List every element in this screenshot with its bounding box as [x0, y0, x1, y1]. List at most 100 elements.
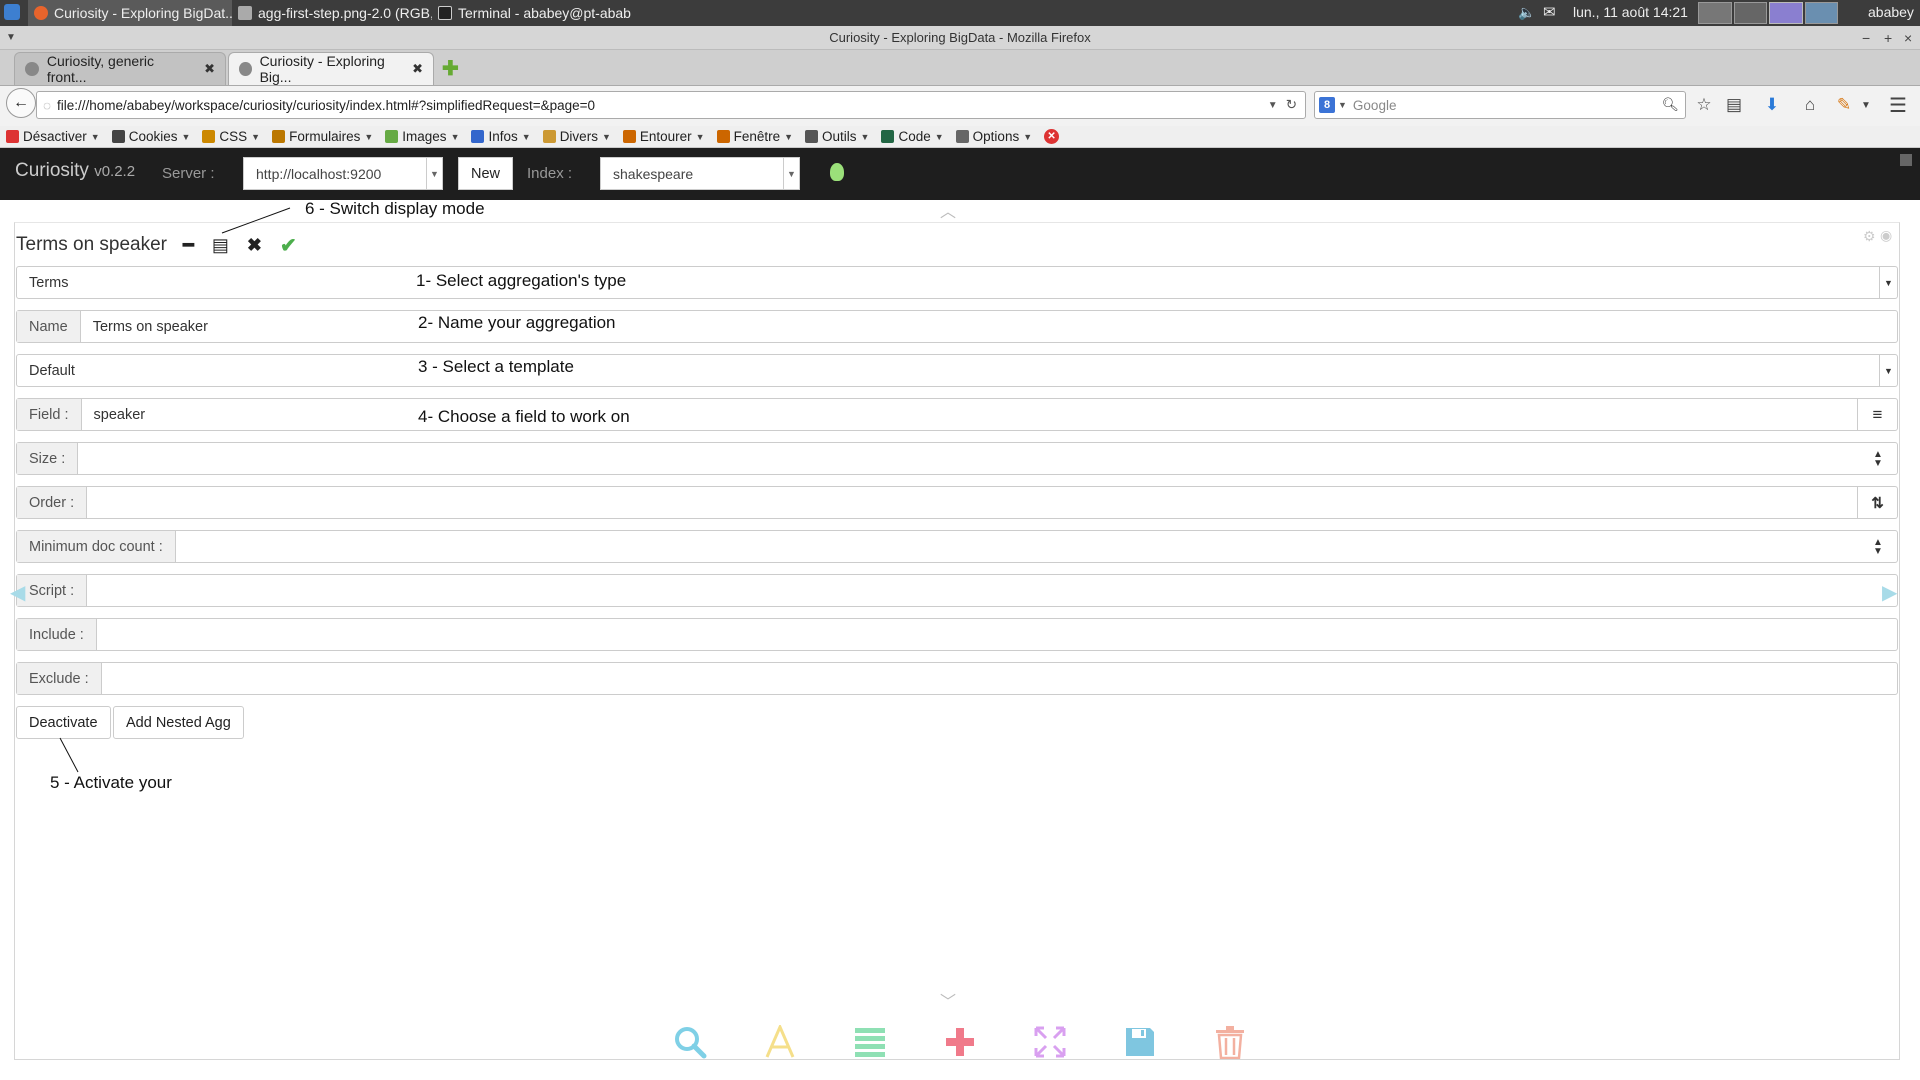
validate-check-icon[interactable]: ✔	[280, 233, 297, 258]
taskbar-item-firefox[interactable]: Curiosity - Exploring BigDat...	[28, 0, 232, 26]
lightbulb-icon[interactable]	[830, 163, 844, 181]
workspace-4[interactable]	[1804, 2, 1838, 24]
devtools-menu-divers[interactable]: Divers ▼	[542, 129, 611, 144]
close-window-icon[interactable]: ×	[1904, 26, 1912, 50]
search-icon[interactable]	[670, 1022, 710, 1062]
field-list-button[interactable]: ≡	[1857, 399, 1897, 430]
addon-dropdown-icon[interactable]: ▼	[1852, 92, 1880, 118]
minimize-icon[interactable]: −	[1862, 26, 1870, 50]
app-brand[interactable]: Curiosity v0.2.2	[15, 160, 135, 182]
spinner-icon[interactable]: ▲ ▼	[1859, 531, 1897, 562]
devtools-menu-cookies[interactable]: Cookies ▼	[111, 129, 190, 144]
close-tab-icon[interactable]: ✖	[204, 61, 215, 77]
search-bar[interactable]: 8 ▼ Google 🔍︎	[1314, 91, 1686, 119]
reload-icon[interactable]: ↻	[1286, 97, 1297, 113]
chevron-down-icon: ▼	[860, 131, 870, 142]
volume-icon[interactable]: 🔈	[1518, 4, 1535, 21]
add-nested-agg-button[interactable]: Add Nested Agg	[113, 706, 244, 739]
devtools-menu-entourer[interactable]: Entourer ▼	[622, 129, 705, 144]
eye-icon[interactable]: ◉	[1880, 227, 1892, 244]
xfce-menu-icon[interactable]	[4, 4, 20, 20]
min-doc-count-input[interactable]	[176, 531, 1859, 562]
next-arrow-icon[interactable]: ▶	[1882, 580, 1897, 605]
url-text[interactable]: file:///home/ababey/workspace/curiosity/…	[57, 98, 595, 113]
devtools-menu-code[interactable]: Code ▼	[881, 129, 944, 144]
devtools-menu-desactiver[interactable]: Désactiver ▼	[6, 129, 100, 144]
clock[interactable]: lun., 11 août 14:21	[1573, 4, 1688, 20]
index-label: Index :	[527, 165, 573, 182]
text-icon[interactable]	[760, 1022, 800, 1062]
collapse-down-icon[interactable]: ﹀	[940, 988, 956, 1012]
display-mode-icon[interactable]: ▤	[212, 235, 229, 256]
order-sort-button[interactable]: ⇅	[1857, 487, 1897, 518]
exclude-input[interactable]	[102, 663, 1897, 694]
spinner-icon[interactable]: ▲ ▼	[1859, 443, 1897, 474]
index-select[interactable]: shakespeare ▼	[600, 157, 800, 190]
workspace-3[interactable]	[1769, 2, 1803, 24]
user-name[interactable]: ababey	[1868, 4, 1914, 20]
images-icon	[385, 130, 399, 143]
save-icon[interactable]	[1120, 1022, 1160, 1062]
mail-icon[interactable]: ✉	[1543, 3, 1556, 21]
list-icon[interactable]	[850, 1022, 890, 1062]
tab-curiosity-exploring[interactable]: Curiosity - Exploring Big... ✖	[228, 52, 434, 85]
collapse-up-icon[interactable]: ︿	[940, 198, 956, 222]
settings-gear-icon[interactable]: ⚙	[1863, 228, 1876, 245]
taskbar-item-terminal[interactable]: Terminal - ababey@pt-abab...	[432, 0, 632, 26]
close-tab-icon[interactable]: ✖	[412, 61, 423, 77]
size-input[interactable]	[78, 443, 1859, 474]
panel-toggle-icon[interactable]	[1900, 154, 1912, 166]
search-icon[interactable]: 🔍︎	[1662, 97, 1679, 113]
google-icon[interactable]: 8	[1319, 97, 1335, 113]
include-input[interactable]	[97, 619, 1897, 650]
workspace-switcher[interactable]	[1698, 2, 1838, 24]
script-input[interactable]	[87, 575, 1897, 606]
devtools-menu-infos[interactable]: Infos ▼	[471, 129, 531, 144]
window-menu-icon[interactable]: ▼	[6, 26, 16, 50]
devtools-menu-css[interactable]: CSS ▼	[202, 129, 260, 144]
expand-icon[interactable]	[1030, 1022, 1070, 1062]
workspace-1[interactable]	[1698, 2, 1732, 24]
terminal-icon	[438, 6, 452, 20]
devtools-menu-label: Divers	[559, 129, 598, 144]
prev-arrow-icon[interactable]: ◀	[10, 580, 25, 605]
trash-icon[interactable]	[1210, 1022, 1250, 1062]
deactivate-button[interactable]: Deactivate	[16, 706, 111, 739]
new-server-button[interactable]: New	[458, 157, 513, 190]
downloads-icon[interactable]: ⬇	[1758, 92, 1786, 118]
bookmark-star-icon[interactable]: ☆	[1690, 92, 1718, 118]
tab-curiosity-generic[interactable]: Curiosity, generic front... ✖	[14, 52, 226, 85]
hamburger-menu-icon[interactable]: ☰	[1884, 92, 1912, 118]
devtools-menu-options[interactable]: Options ▼	[955, 129, 1032, 144]
name-input[interactable]: Terms on speaker	[81, 311, 1897, 342]
url-bar[interactable]: ◌ file:///home/ababey/workspace/curiosit…	[36, 91, 1306, 119]
workspace-2[interactable]	[1733, 2, 1767, 24]
maximize-icon[interactable]: +	[1884, 26, 1892, 50]
devtools-menu-formulaires[interactable]: Formulaires ▼	[272, 129, 373, 144]
aggregation-type-value: Terms	[29, 274, 69, 291]
template-select[interactable]: Default ▼	[16, 354, 1898, 387]
devtools-menu-images[interactable]: Images ▼	[385, 129, 459, 144]
search-input[interactable]: Google	[1353, 98, 1397, 113]
close-toolbar-icon[interactable]: ✕	[1044, 129, 1060, 144]
include-label: Include :	[17, 619, 97, 650]
aggregation-type-select[interactable]: Terms ▼	[16, 266, 1898, 299]
new-tab-icon[interactable]: ✚	[442, 56, 459, 81]
server-select[interactable]: http://localhost:9200 ▼	[243, 157, 443, 190]
url-dropdown-icon[interactable]: ▼	[1268, 100, 1278, 111]
name-field[interactable]: Name Terms on speaker	[16, 310, 1898, 343]
field-input[interactable]: speaker	[82, 399, 1858, 430]
order-input[interactable]	[87, 487, 1857, 518]
search-engine-dropdown-icon[interactable]: ▼	[1338, 100, 1347, 110]
taskbar-item-label: agg-first-step.png-2.0 (RGB, ...	[258, 5, 432, 21]
collapse-minus-icon[interactable]: ━	[183, 235, 194, 256]
devtools-menu-outils[interactable]: Outils ▼	[805, 129, 869, 144]
taskbar-item-gimp[interactable]: agg-first-step.png-2.0 (RGB, ...	[232, 0, 432, 26]
bookmarks-menu-icon[interactable]: ▤	[1720, 92, 1748, 118]
delete-x-icon[interactable]: ✖	[247, 235, 262, 256]
devtools-menu-label: Cookies	[128, 129, 178, 144]
home-icon[interactable]: ⌂	[1796, 92, 1824, 118]
back-button[interactable]: ←	[6, 88, 36, 118]
plus-icon[interactable]	[940, 1022, 980, 1062]
devtools-menu-fenetre[interactable]: Fenêtre ▼	[716, 129, 793, 144]
